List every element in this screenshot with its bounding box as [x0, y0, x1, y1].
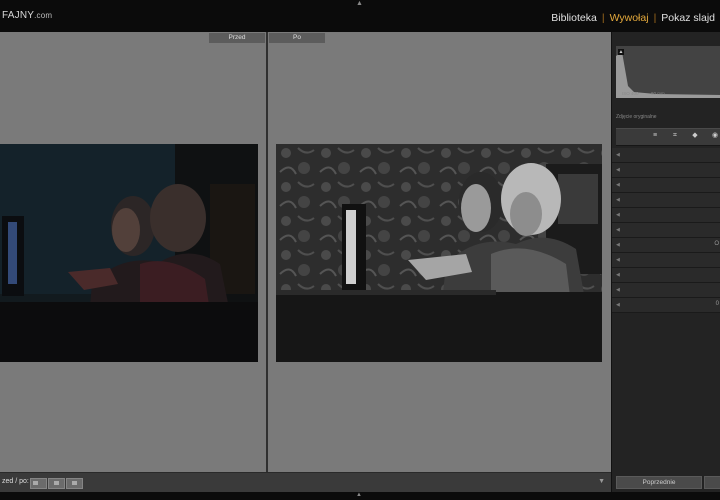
expand-icon: ◀ — [616, 197, 620, 203]
settings-row[interactable]: ◀ — [612, 193, 720, 208]
expand-icon: ◀ — [616, 257, 620, 263]
redeye-icon[interactable]: ◉ — [710, 131, 720, 141]
compare-view: Przed Po — [0, 32, 611, 472]
settings-row[interactable]: ◀ — [612, 268, 720, 283]
expand-icon: ◀ — [616, 272, 620, 278]
develop-settings-list: ◀ ◀ ◀ ◀ ◀ ◀ ◀ O ◀ ◀ ◀ ◀ 0 — [612, 148, 720, 313]
settings-row[interactable]: ◀ — [612, 178, 720, 193]
before-label: Przed — [209, 33, 265, 43]
bottom-toolbar: zed / po: ▼ — [0, 472, 611, 493]
expand-icon: ◀ — [616, 152, 620, 158]
expand-icon: ◀ — [616, 167, 620, 173]
logo-text: FAJNY — [2, 10, 35, 21]
spot-removal-icon[interactable]: ◆ — [690, 131, 700, 141]
expand-icon: ◀ — [616, 227, 620, 233]
develop-tool-strip: ≡ ⌗ ◆ ◉ — [616, 128, 720, 146]
swap-settings-button[interactable] — [48, 478, 65, 489]
settings-row[interactable]: ◀ — [612, 223, 720, 238]
module-picker: Biblioteka | Wywołaj | Pokaz slajd — [546, 12, 720, 24]
before-after-view-label: zed / po: — [2, 478, 29, 485]
after-photo[interactable] — [276, 144, 602, 362]
right-panel: ▲ ISO 400 60 mm Zdjęcie oryginalne ≡ ⌗ ◆… — [611, 32, 720, 492]
histogram-info: ISO 400 60 mm — [622, 91, 665, 96]
expand-icon: ◀ — [616, 242, 620, 248]
expand-icon: ◀ — [616, 212, 620, 218]
module-pokaz-slajdow[interactable]: Pokaz slajd — [656, 12, 720, 24]
after-label: Po — [269, 33, 325, 43]
logo: FAJNY.com — [2, 10, 52, 21]
left-right-icon — [33, 481, 38, 485]
logo-suffix: .com — [34, 11, 53, 20]
histogram-iso: ISO 400 — [622, 91, 639, 96]
before-photo[interactable] — [0, 144, 258, 362]
copy-settings-button[interactable] — [66, 478, 83, 489]
reset-button[interactable] — [704, 476, 720, 489]
histogram-focal: 60 mm — [651, 91, 665, 96]
crop-icon[interactable]: ⌗ — [670, 131, 680, 141]
module-biblioteka[interactable]: Biblioteka — [546, 12, 602, 24]
previous-settings-button[interactable]: Poprzednie — [616, 476, 702, 489]
compare-divider[interactable] — [266, 32, 268, 472]
expand-icon: ◀ — [616, 182, 620, 188]
adjustments-icon[interactable]: ≡ — [650, 131, 660, 141]
swap-icon — [54, 481, 59, 485]
settings-row[interactable]: ◀ 0 — [612, 298, 720, 313]
original-photo-label[interactable]: Zdjęcie oryginalne — [616, 114, 657, 120]
expand-icon: ◀ — [616, 302, 620, 308]
expand-icon: ◀ — [616, 287, 620, 293]
toolbar-options-dropdown-icon[interactable]: ▼ — [598, 478, 605, 485]
copy-icon — [72, 481, 77, 485]
top-bar: ▲ FAJNY.com Biblioteka | Wywołaj | Pokaz sla… — [0, 0, 720, 32]
module-wywolaj[interactable]: Wywołaj — [605, 12, 654, 24]
settings-row[interactable]: ◀ — [612, 253, 720, 268]
bottom-strip: ▲ — [0, 492, 720, 500]
settings-row[interactable]: ◀ — [612, 208, 720, 223]
collapse-top-panel-arrow-icon[interactable]: ▲ — [356, 0, 363, 7]
settings-row[interactable]: ◀ — [612, 283, 720, 298]
settings-row[interactable]: ◀ — [612, 148, 720, 163]
histogram: ▲ ISO 400 60 mm — [616, 46, 720, 98]
settings-row[interactable]: ◀ — [612, 163, 720, 178]
view-left-right-button[interactable] — [30, 478, 47, 489]
collapse-filmstrip-arrow-icon[interactable]: ▲ — [356, 492, 362, 498]
shadow-clipping-icon[interactable]: ▲ — [618, 49, 624, 55]
settings-row[interactable]: ◀ O — [612, 238, 720, 253]
